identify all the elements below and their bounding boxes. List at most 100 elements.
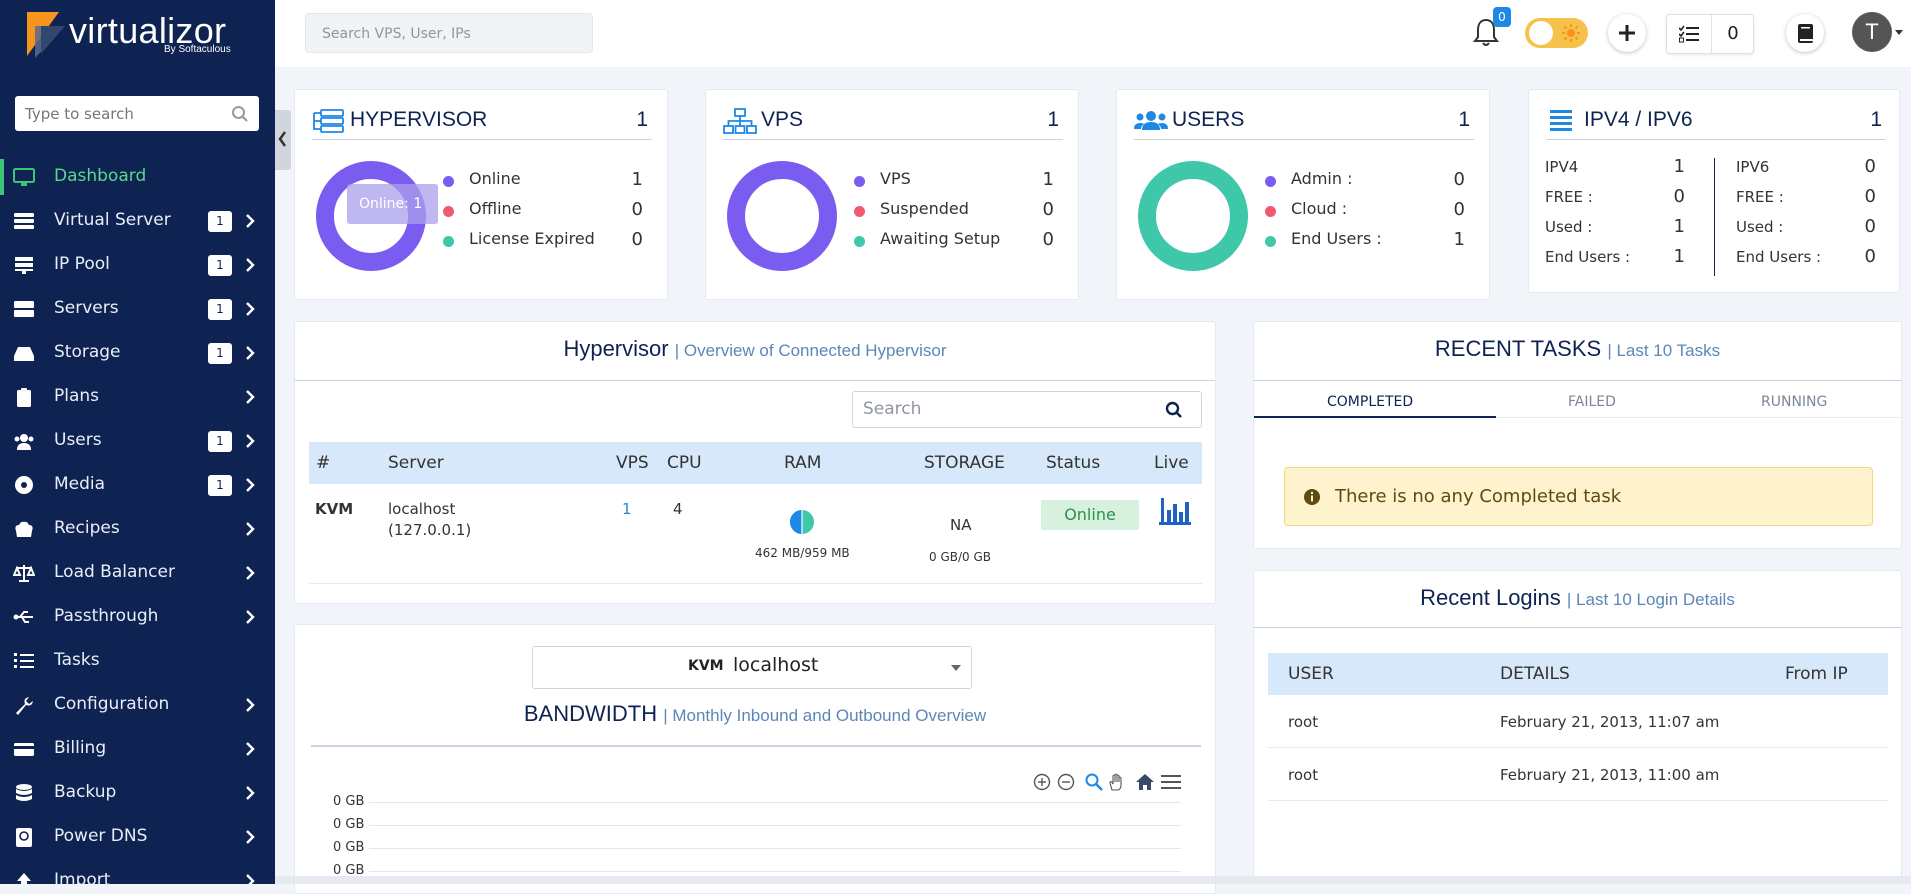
sidebar-search-input[interactable] [25,105,231,123]
chevron-right-icon [244,388,256,406]
ipv6-stats: IPV60FREE :0Used :0End Users :0 [1736,158,1876,278]
sidebar-item-backup[interactable]: Backup [0,771,275,815]
plus-icon [1608,14,1646,52]
divider [1254,380,1901,381]
live-stats-icon[interactable] [1159,498,1191,526]
sidebar-collapse-toggle[interactable] [275,110,291,170]
search-icon[interactable] [1165,401,1183,419]
sidebar-item-label: Servers [54,298,119,318]
selection-zoom-icon[interactable] [1085,773,1103,791]
ram-pie-chart[interactable] [790,510,814,534]
sidebar-item-plans[interactable]: Plans [0,375,275,419]
zoom-out-icon[interactable] [1057,773,1075,791]
ip-value: 1 [1674,216,1685,237]
legend-dot [854,176,865,187]
sidebar-item-label: Billing [54,738,106,758]
tab-running[interactable]: RUNNING [1761,394,1827,410]
ip-label: IPV4 [1545,158,1578,176]
sidebar-item-import[interactable]: Import [0,859,275,884]
sidebar-item-virtual-server[interactable]: Virtual Server1 [0,199,275,243]
legend-item[interactable]: End Users :1 [1265,229,1465,253]
disc-icon [13,475,35,495]
column-header[interactable]: STORAGE [924,453,1005,473]
vps-count-link[interactable]: 1 [622,500,632,518]
users-donut-chart[interactable] [1137,160,1249,272]
sidebar-item-media[interactable]: Media1 [0,463,275,507]
column-header[interactable]: Server [388,453,444,473]
column-header[interactable]: VPS [616,453,649,473]
logo[interactable]: virtualizor By Softaculous [25,10,255,62]
sidebar-item-users[interactable]: Users1 [0,419,275,463]
legend-item[interactable]: VPS1 [854,169,1054,193]
sidebar-item-power-dns[interactable]: Power DNS [0,815,275,859]
stat-title: IPV4 / IPV6 [1584,108,1693,132]
sidebar-item-label: Tasks [54,650,100,670]
avatar[interactable]: T [1852,12,1892,52]
column-header[interactable]: CPU [667,453,702,473]
chevron-right-icon [244,784,256,802]
sidebar-item-dashboard[interactable]: Dashboard [0,155,275,199]
users-stat-card: USERS 1 Admin :0Cloud :0End Users :1 [1116,89,1490,300]
virtualizor-logo-icon [25,10,70,58]
ipv6-row: Used :0 [1736,218,1876,248]
zoom-in-icon[interactable] [1033,773,1051,791]
column-header: # [316,453,330,473]
sidebar-item-label: IP Pool [54,254,110,274]
theme-toggle[interactable] [1525,18,1588,48]
recent-logins-title: Recent Logins [1420,585,1561,610]
legend-item[interactable]: Awaiting Setup0 [854,229,1054,253]
tasks-button[interactable]: 0 [1666,14,1754,54]
search-icon[interactable] [231,105,249,123]
notification-count-badge: 0 [1493,7,1511,27]
sidebar-item-storage[interactable]: Storage1 [0,331,275,375]
sidebar-item-load-balancer[interactable]: Load Balancer [0,551,275,595]
tasks-tabs: COMPLETED FAILED RUNNING [1254,384,1901,418]
sidebar-item-recipes[interactable]: Recipes [0,507,275,551]
legend-item[interactable]: License Expired0 [443,229,643,253]
legend-item[interactable]: Admin :0 [1265,169,1465,193]
stat-card-header: HYPERVISOR 1 [312,104,652,140]
global-search-input[interactable]: Search VPS, User, IPs [305,13,593,53]
home-icon[interactable] [1135,773,1155,791]
count-badge: 1 [208,255,232,276]
legend-dot [443,236,454,247]
vps-donut-chart[interactable] [726,160,838,272]
legend-item[interactable]: Cloud :0 [1265,199,1465,223]
sidebar-item-ip-pool[interactable]: IP Pool 1 [0,243,275,287]
sidebar-item-tasks[interactable]: Tasks [0,639,275,683]
ip-label: FREE : [1736,188,1784,206]
sidebar-item-passthrough[interactable]: Passthrough [0,595,275,639]
hypervisor-subtitle: | Overview of Connected Hypervisor [675,341,947,360]
column-header[interactable]: RAM [784,453,821,473]
sidebar-item-servers[interactable]: Servers1 [0,287,275,331]
legend-item[interactable]: Suspended0 [854,199,1054,223]
docs-button[interactable] [1786,14,1824,52]
ip-value: 0 [1865,216,1876,237]
divider [309,583,1202,584]
usb-icon [13,607,35,627]
server-select[interactable]: KVM localhost [532,646,972,689]
sidebar-item-configuration[interactable]: Configuration [0,683,275,727]
server-name[interactable]: localhost [388,500,455,518]
tab-failed[interactable]: FAILED [1568,394,1616,410]
hypervisor-search-input[interactable]: Search [852,391,1202,428]
pan-hand-icon[interactable] [1107,773,1125,791]
tab-completed[interactable]: COMPLETED [1327,394,1413,410]
storage-value: NA [950,516,971,534]
legend-item[interactable]: Offline0 [443,199,643,223]
users-icon [1134,108,1168,134]
menu-icon[interactable] [1161,774,1181,790]
sidebar-item-billing[interactable]: Billing [0,727,275,771]
column-header[interactable]: Status [1046,453,1100,473]
chevron-down-icon[interactable] [1895,30,1903,35]
legend-item[interactable]: Online1 [443,169,643,193]
table-header: USER DETAILS From IP [1268,653,1888,695]
info-icon [1303,488,1321,506]
import-icon [13,871,35,884]
cpu-count: 4 [673,500,683,518]
column-header: From IP [1785,664,1848,684]
chevron-right-icon [244,520,256,538]
legend-value: 0 [1043,229,1054,250]
sidebar-item-label: Virtual Server [54,210,171,230]
add-button[interactable] [1608,14,1646,52]
